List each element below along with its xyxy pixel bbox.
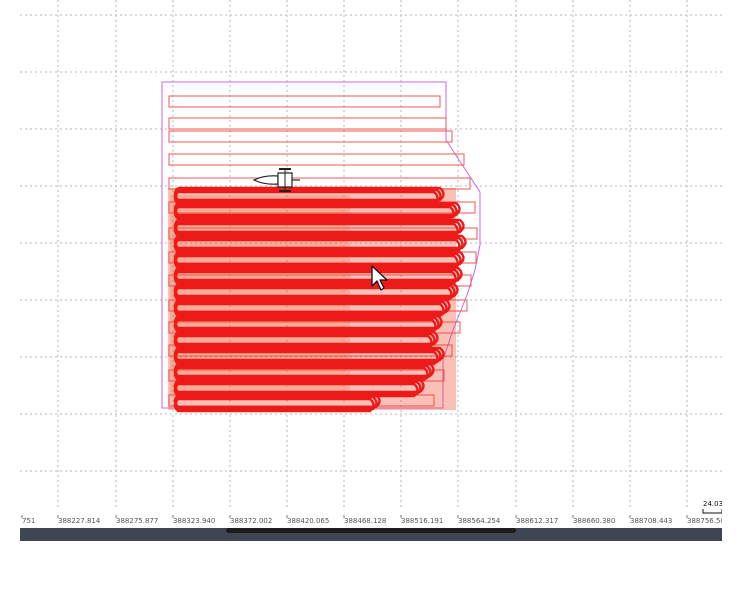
x-axis-tick-label: 388564.254 bbox=[458, 517, 501, 525]
x-axis-tick-label: 388756.505 bbox=[687, 517, 722, 525]
x-axis-tick-label: 388516.191 bbox=[401, 517, 443, 525]
x-axis-tick-label: 751 bbox=[22, 517, 35, 525]
horizontal-scrollbar[interactable] bbox=[20, 528, 722, 541]
x-axis-tick-label: 388227.814 bbox=[58, 517, 101, 525]
x-axis-tick-label: 388708.443 bbox=[630, 517, 672, 525]
x-axis-tick-label: 388468.128 bbox=[344, 517, 386, 525]
x-axis-tick-label: 388323.940 bbox=[173, 517, 215, 525]
planned-path-strip bbox=[168, 95, 441, 108]
scrollbar-thumb[interactable] bbox=[226, 528, 516, 533]
x-axis-tick-label: 388660.380 bbox=[573, 517, 615, 525]
scale-value: 24.031 bbox=[703, 500, 722, 508]
planned-path-strip bbox=[168, 153, 465, 166]
x-axis: 751 388227.814 388275.877 388323.940 388372.… bbox=[21, 515, 722, 525]
x-axis-tick-label: 388420.065 bbox=[287, 517, 329, 525]
x-axis-tick-label: 388612.317 bbox=[516, 517, 558, 525]
planned-path-strip bbox=[168, 130, 453, 143]
x-axis-tick-label: 388372.002 bbox=[230, 517, 272, 525]
x-axis-tick-label: 388275.877 bbox=[116, 517, 158, 525]
map-viewport[interactable]: 751 388227.814 388275.877 388323.940 388372.… bbox=[20, 0, 722, 530]
planned-path-strip bbox=[168, 117, 447, 130]
scale-bar: 24.031 bbox=[702, 500, 722, 514]
covered-path-group bbox=[173, 186, 467, 413]
